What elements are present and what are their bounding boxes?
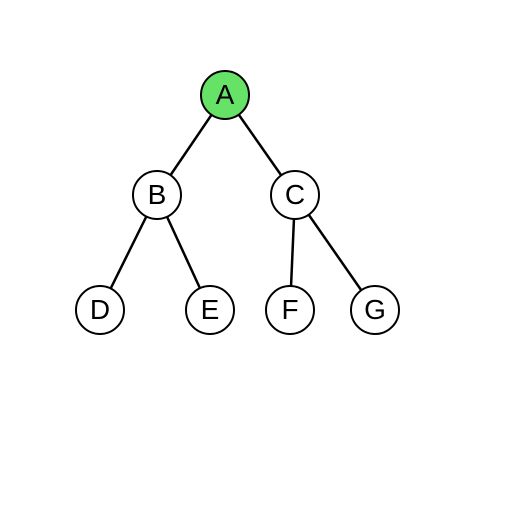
node-G: G <box>350 285 400 335</box>
node-label: A <box>216 79 235 111</box>
node-B: B <box>132 170 182 220</box>
node-label: G <box>364 294 386 326</box>
node-E: E <box>185 285 235 335</box>
node-label: F <box>281 294 298 326</box>
node-F: F <box>265 285 315 335</box>
node-label: C <box>285 179 305 211</box>
node-A: A <box>200 70 250 120</box>
node-C: C <box>270 170 320 220</box>
node-D: D <box>75 285 125 335</box>
node-label: B <box>148 179 167 211</box>
node-label: E <box>201 294 220 326</box>
tree-edges <box>0 0 512 512</box>
node-label: D <box>90 294 110 326</box>
